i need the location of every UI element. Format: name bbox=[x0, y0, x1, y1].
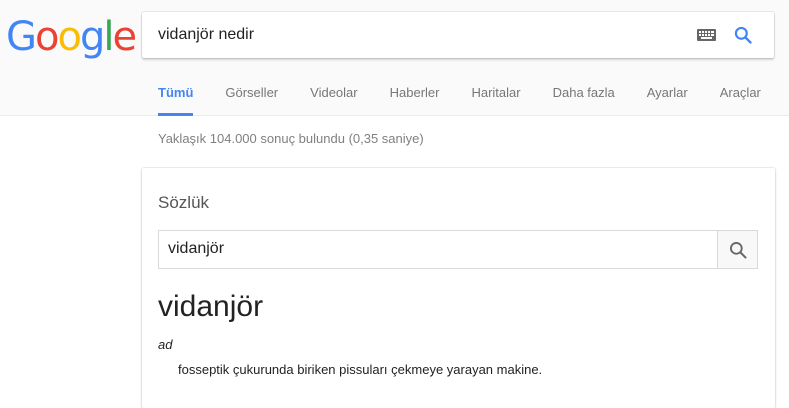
keyboard-icon[interactable] bbox=[697, 29, 716, 41]
definition-text: fosseptik çukurunda biriken pissuları çe… bbox=[178, 362, 543, 377]
tab-araclar[interactable]: Araçlar bbox=[704, 86, 777, 116]
dictionary-word: vidanjör bbox=[158, 290, 264, 323]
dictionary-search-button[interactable] bbox=[717, 231, 757, 268]
tab-ayarlar[interactable]: Ayarlar bbox=[631, 86, 704, 116]
result-stats: Yaklaşık 104.000 sonuç bulundu (0,35 san… bbox=[158, 131, 424, 146]
search-icon bbox=[729, 241, 746, 258]
search-header: Google Tümü Görseller Videolar bbox=[0, 0, 789, 116]
search-icon bbox=[734, 26, 752, 44]
search-input[interactable] bbox=[158, 25, 678, 45]
search-tabs: Tümü Görseller Videolar Haberler Harital… bbox=[142, 86, 777, 116]
tab-haritalar[interactable]: Haritalar bbox=[455, 86, 536, 116]
tab-tumu[interactable]: Tümü bbox=[142, 86, 209, 116]
dictionary-search-input[interactable] bbox=[168, 240, 708, 258]
tab-haberler[interactable]: Haberler bbox=[374, 86, 456, 116]
search-box bbox=[142, 12, 774, 58]
tab-daha-fazla[interactable]: Daha fazla bbox=[537, 86, 631, 116]
logo-letter: g bbox=[79, 14, 105, 60]
dictionary-search-box bbox=[158, 230, 758, 269]
part-of-speech: ad bbox=[158, 337, 173, 352]
google-logo[interactable]: Google bbox=[6, 14, 137, 60]
search-button[interactable] bbox=[730, 22, 756, 48]
dictionary-card: Sözlük vidanjör ad fosseptik çukurunda b… bbox=[142, 168, 775, 408]
tab-videolar[interactable]: Videolar bbox=[294, 86, 373, 116]
logo-letter: e bbox=[112, 14, 137, 60]
logo-letter: G bbox=[6, 14, 37, 60]
logo-letter: o bbox=[35, 14, 60, 60]
logo-letter: o bbox=[57, 14, 82, 60]
dictionary-title: Sözlük bbox=[158, 193, 210, 212]
tab-gorseller[interactable]: Görseller bbox=[209, 86, 294, 116]
logo-letter: l bbox=[103, 14, 114, 60]
